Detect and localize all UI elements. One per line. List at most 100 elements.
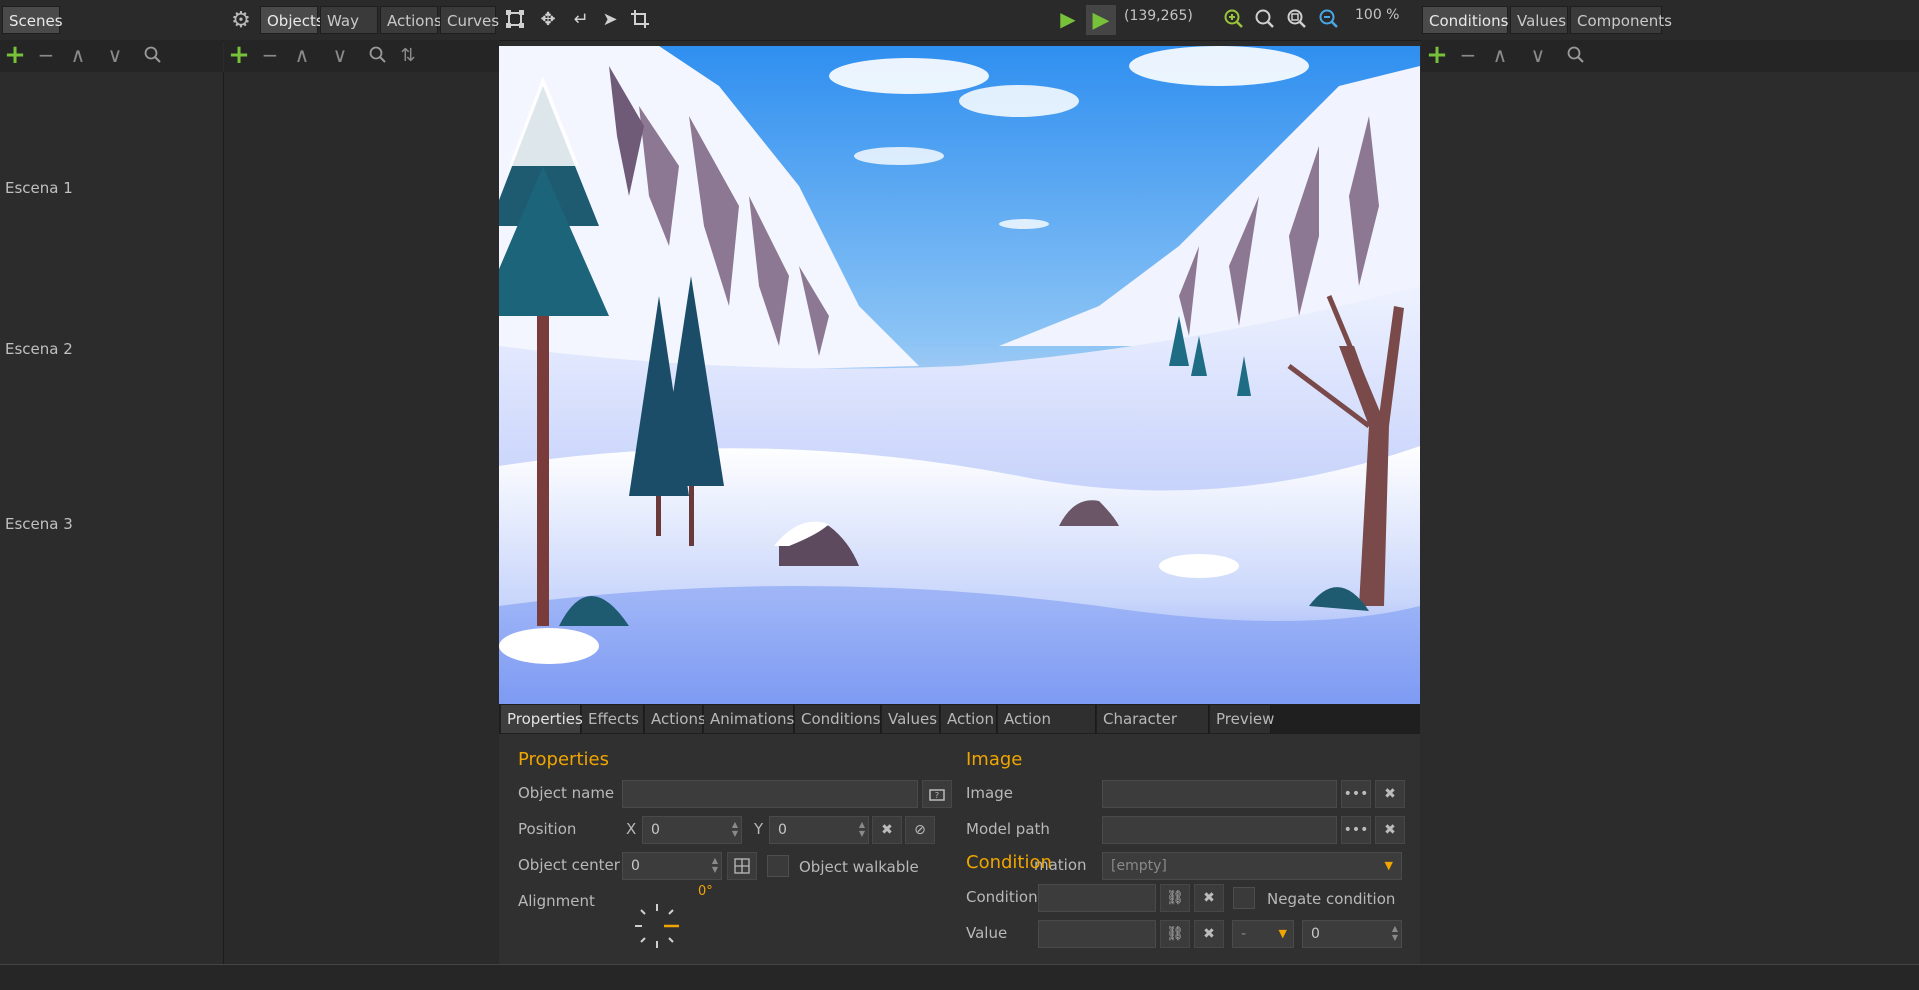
disable-icon[interactable]: ⊘ bbox=[905, 816, 935, 844]
default-animation-select[interactable]: [empty] ▼ bbox=[1102, 852, 1402, 880]
object-center-input[interactable]: 0 ▲ ▼ bbox=[622, 852, 722, 880]
add-condition-icon[interactable]: + bbox=[1426, 40, 1448, 70]
properties-tabbar: Properties Effects Actions Animations Co… bbox=[499, 704, 1420, 756]
select-rect-icon[interactable] bbox=[502, 6, 528, 32]
link-condition-icon[interactable]: ⛓ bbox=[1160, 884, 1190, 912]
move-down-icon[interactable]: ∨ bbox=[329, 43, 351, 67]
move-up-icon[interactable]: ∧ bbox=[1489, 43, 1511, 67]
object-name-help-icon[interactable]: ? bbox=[922, 780, 952, 808]
object-name-label: Object name bbox=[518, 784, 615, 802]
tab-values[interactable]: Values bbox=[1510, 6, 1568, 34]
value-label: Value bbox=[966, 924, 1008, 942]
zoom-level: 100 % bbox=[1355, 7, 1400, 23]
operator-select[interactable]: - ▼ bbox=[1232, 920, 1294, 948]
object-center-label: Object center bbox=[518, 856, 620, 874]
sort-icon[interactable]: ⇅ bbox=[397, 44, 419, 66]
condition-input[interactable] bbox=[1038, 884, 1156, 912]
alignment-angle: 0° bbox=[698, 884, 713, 899]
scene-item[interactable]: Escena 3 bbox=[5, 515, 73, 533]
scene-item[interactable]: Escena 1 bbox=[5, 179, 73, 197]
zoom-icon[interactable] bbox=[1252, 6, 1278, 32]
tab-conditions[interactable]: Conditions bbox=[1422, 6, 1508, 34]
status-bar bbox=[0, 964, 1919, 990]
value-input[interactable] bbox=[1038, 920, 1156, 948]
tab-scenes[interactable]: Scenes bbox=[2, 6, 63, 34]
model-path-input[interactable] bbox=[1102, 816, 1337, 844]
winter-landscape-image bbox=[499, 46, 1420, 704]
properties-panel: Properties Object name ? Position X 0 ▲ ▼ … bbox=[499, 734, 1420, 964]
tab-preview[interactable]: Preview bbox=[1210, 705, 1274, 733]
zoom-fit-icon[interactable] bbox=[1284, 6, 1310, 32]
position-label: Position bbox=[518, 820, 577, 838]
move-up-icon[interactable]: ∧ bbox=[291, 43, 313, 67]
y-label: Y bbox=[754, 820, 764, 838]
value-number-input[interactable]: 0 ▲ ▼ bbox=[1302, 920, 1402, 948]
clear-condition-icon[interactable]: ✖ bbox=[1194, 884, 1224, 912]
search-icon[interactable] bbox=[142, 44, 164, 66]
crop-icon[interactable] bbox=[627, 6, 653, 32]
add-scene-icon[interactable]: + bbox=[4, 40, 26, 70]
tab-actions[interactable]: Actions bbox=[380, 6, 442, 34]
play-icon[interactable]: ▶ bbox=[1055, 6, 1081, 32]
move-up-icon[interactable]: ∧ bbox=[67, 43, 89, 67]
image-input[interactable] bbox=[1102, 780, 1337, 808]
browse-model-icon[interactable]: ••• bbox=[1341, 816, 1371, 844]
x-label: X bbox=[626, 820, 637, 838]
search-icon[interactable] bbox=[1565, 44, 1587, 66]
link-value-icon[interactable]: ⛓ bbox=[1160, 920, 1190, 948]
clear-model-icon[interactable]: ✖ bbox=[1375, 816, 1405, 844]
tab-objects[interactable]: Objects bbox=[260, 6, 324, 34]
zoom-out-icon[interactable] bbox=[1316, 6, 1342, 32]
center-grid-icon[interactable] bbox=[727, 852, 757, 880]
object-walkable-label: Object walkable bbox=[799, 858, 919, 876]
model-path-label: Model path bbox=[966, 820, 1050, 838]
properties-heading: Properties bbox=[518, 749, 609, 770]
tab-way-sys[interactable]: Way sys bbox=[320, 6, 378, 58]
browse-image-icon[interactable]: ••• bbox=[1341, 780, 1371, 808]
tab-effects[interactable]: Effects bbox=[582, 705, 644, 733]
add-object-icon[interactable]: + bbox=[228, 40, 250, 70]
gear-icon[interactable]: ⚙ bbox=[228, 7, 254, 33]
condition-label: Condition bbox=[966, 888, 1038, 906]
negate-condition-checkbox[interactable] bbox=[1233, 887, 1255, 909]
objects-panel bbox=[224, 72, 499, 964]
svg-text:?: ? bbox=[935, 791, 939, 800]
scene-canvas[interactable] bbox=[499, 46, 1420, 704]
condition-heading: Condition bbox=[966, 852, 1052, 873]
tab-properties[interactable]: Properties bbox=[501, 705, 583, 733]
tab-action[interactable]: Action bbox=[941, 705, 997, 733]
image-label: Image bbox=[966, 784, 1013, 802]
alignment-dial-icon[interactable] bbox=[632, 901, 682, 955]
tab-character-size[interactable]: Character size bbox=[1097, 705, 1209, 756]
move-down-icon[interactable]: ∨ bbox=[1527, 43, 1549, 67]
tab-curves[interactable]: Curves bbox=[440, 6, 499, 34]
remove-scene-icon[interactable]: − bbox=[35, 43, 57, 67]
tab-values[interactable]: Values bbox=[882, 705, 940, 733]
clear-image-icon[interactable]: ✖ bbox=[1375, 780, 1405, 808]
return-icon[interactable]: ↵ bbox=[568, 6, 594, 32]
scenes-panel: Escena 1 Escena 2 Escena 3 bbox=[0, 72, 224, 964]
conditions-panel bbox=[1421, 72, 1919, 964]
tab-actions[interactable]: Actions bbox=[645, 705, 706, 733]
position-y-input[interactable]: 0 ▲ ▼ bbox=[769, 816, 869, 844]
object-name-input[interactable] bbox=[622, 780, 918, 808]
scene-item[interactable]: Escena 2 bbox=[5, 340, 73, 358]
clear-value-icon[interactable]: ✖ bbox=[1194, 920, 1224, 948]
navigate-icon[interactable]: ➤ bbox=[597, 6, 623, 32]
tab-conditions[interactable]: Conditions bbox=[795, 705, 881, 733]
move-down-icon[interactable]: ∨ bbox=[104, 43, 126, 67]
play-scene-icon[interactable]: ▶ bbox=[1086, 5, 1116, 35]
zoom-in-icon[interactable] bbox=[1221, 6, 1247, 32]
search-icon[interactable] bbox=[367, 44, 389, 66]
remove-condition-icon[interactable]: − bbox=[1457, 43, 1479, 67]
remove-object-icon[interactable]: − bbox=[259, 43, 281, 67]
alignment-label: Alignment bbox=[518, 892, 595, 910]
tab-action-areas[interactable]: Action areas bbox=[998, 705, 1096, 756]
negate-condition-label: Negate condition bbox=[1267, 890, 1396, 908]
move-icon[interactable]: ✥ bbox=[535, 6, 561, 32]
tab-components[interactable]: Components bbox=[1570, 6, 1672, 34]
position-x-input[interactable]: 0 ▲ ▼ bbox=[642, 816, 742, 844]
tab-animations[interactable]: Animations bbox=[704, 705, 794, 733]
object-walkable-checkbox[interactable] bbox=[767, 855, 789, 877]
reset-position-icon[interactable]: ✖ bbox=[872, 816, 902, 844]
